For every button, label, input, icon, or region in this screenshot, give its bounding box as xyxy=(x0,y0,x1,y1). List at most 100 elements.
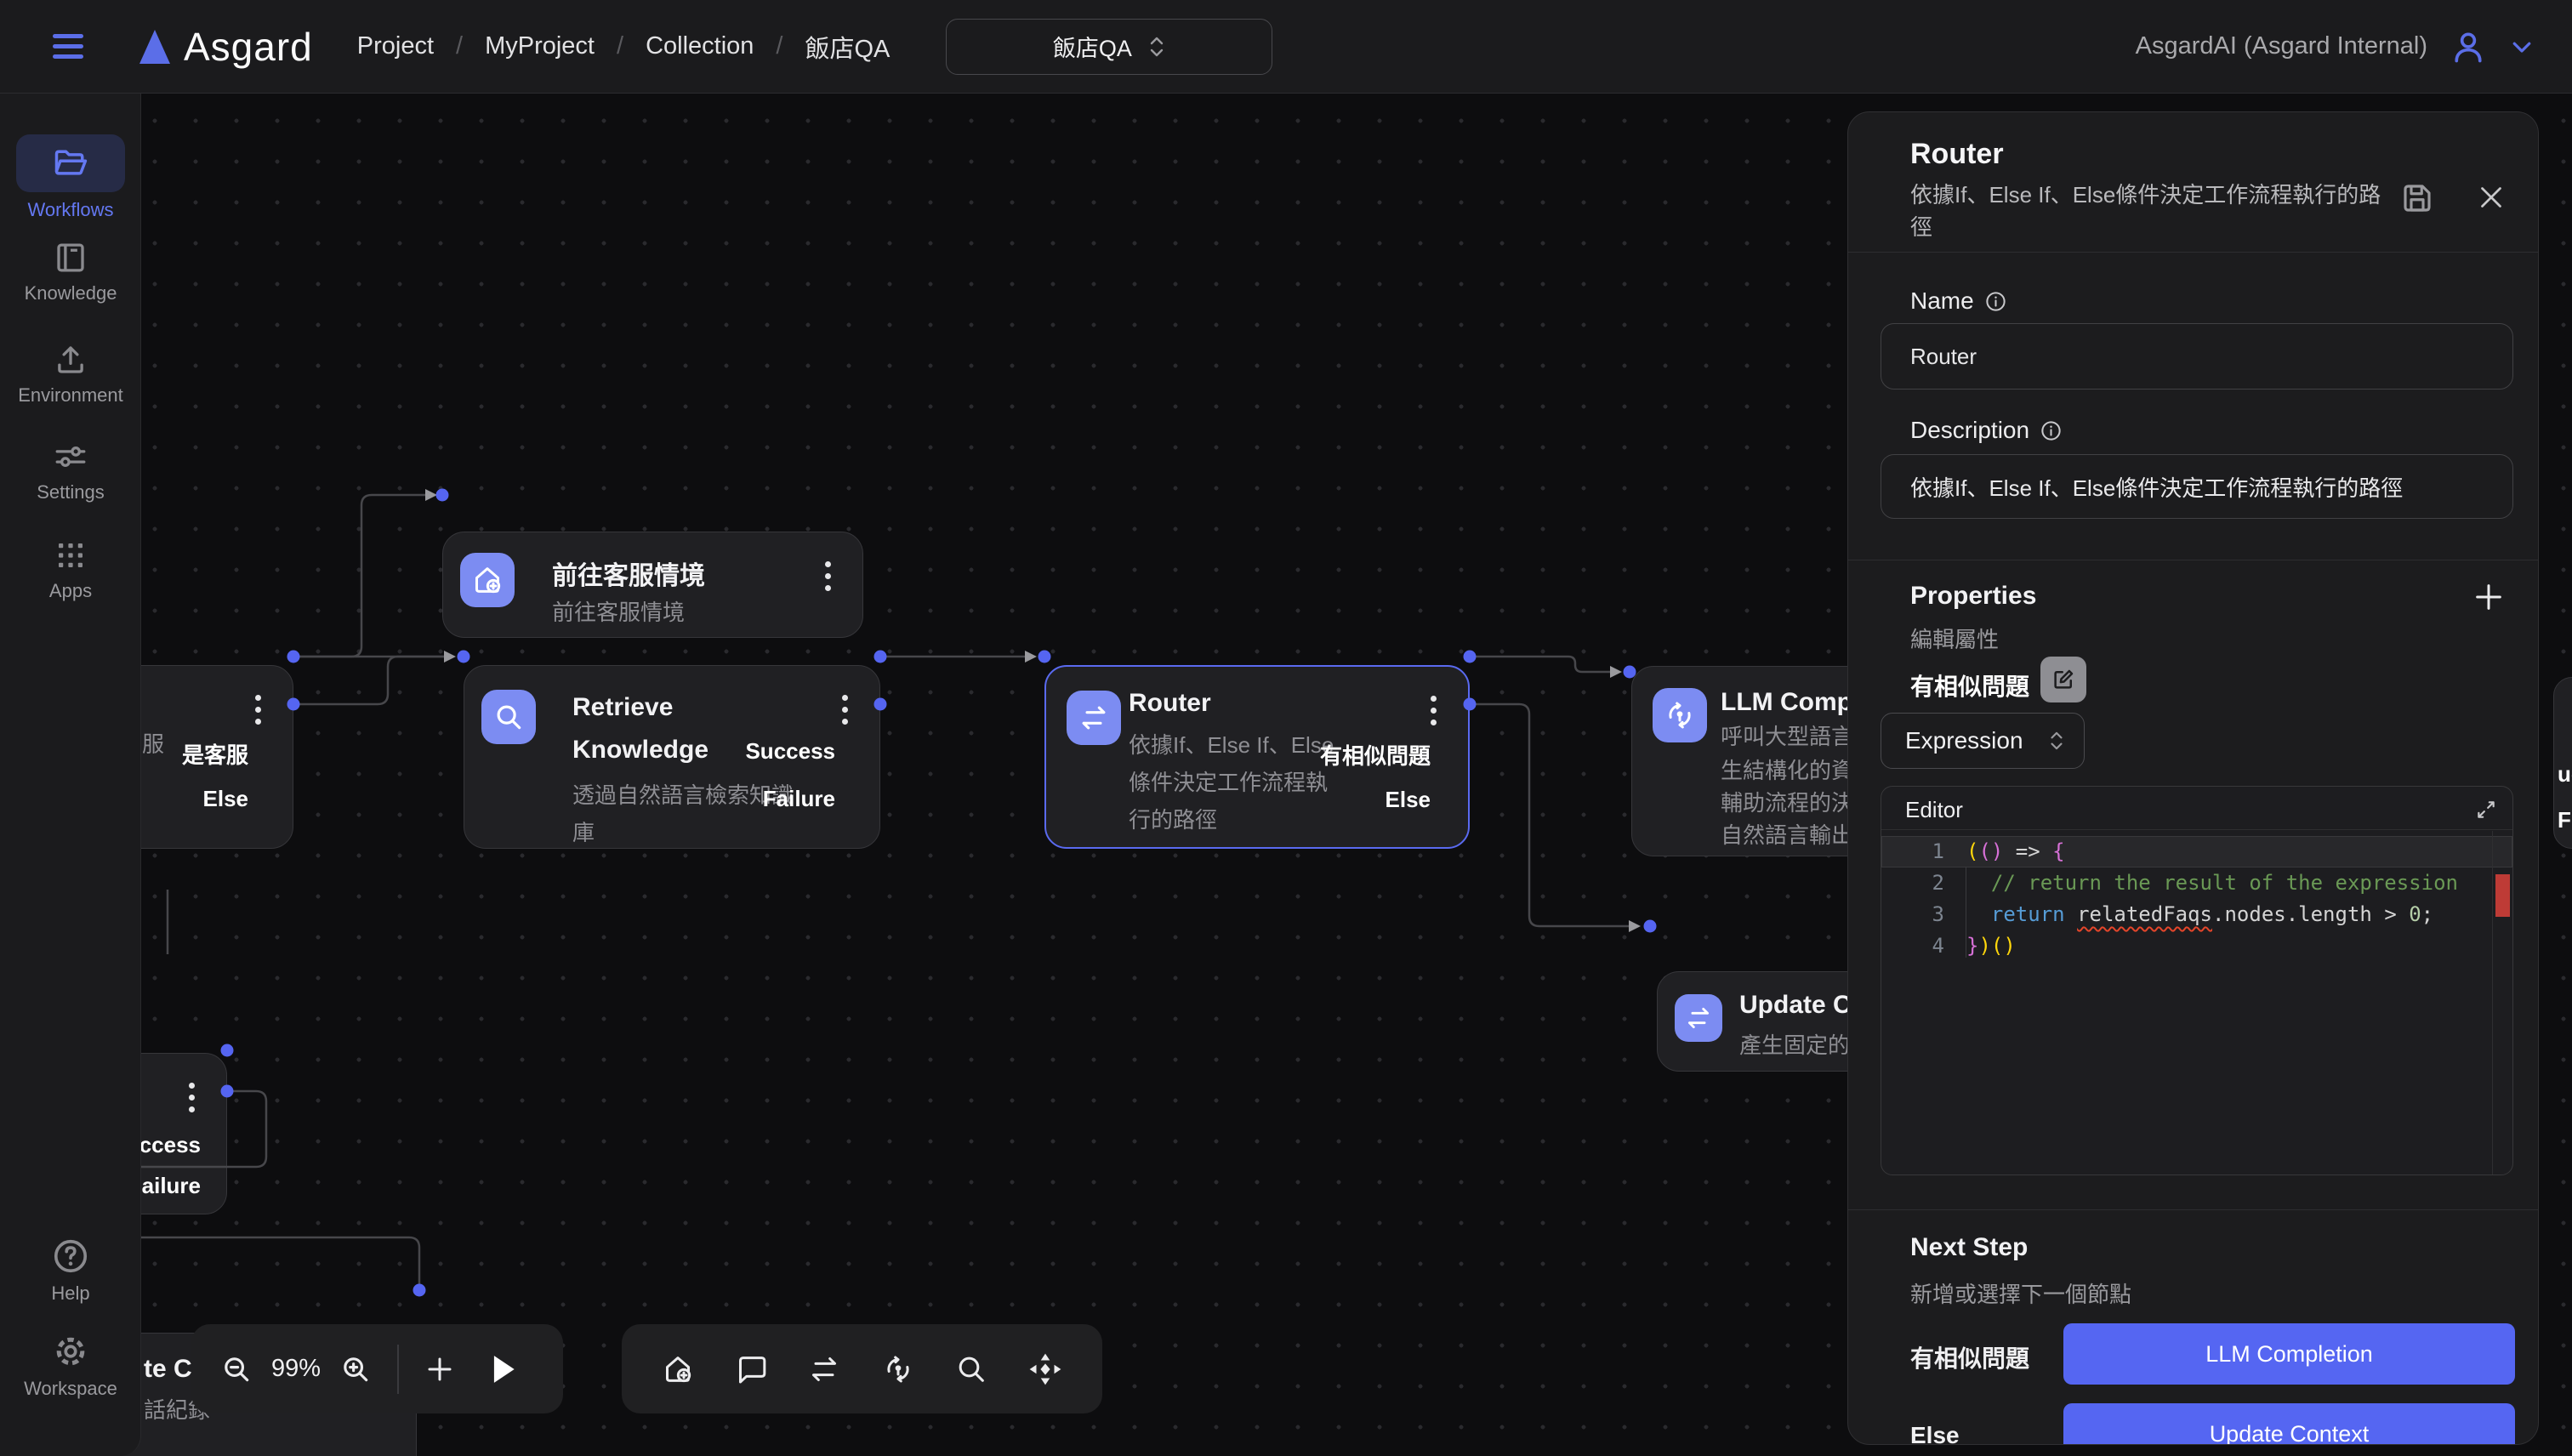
line-number: 2 xyxy=(1881,867,1966,899)
editor-title: Editor xyxy=(1905,797,1963,823)
code-line[interactable]: 3 return relatedFaqs.nodes.length > 0; xyxy=(1881,899,2512,930)
book-icon xyxy=(53,240,88,276)
name-input[interactable] xyxy=(1881,323,2513,390)
output-port-label[interactable]: 有相似問題 xyxy=(1320,739,1431,771)
expand-icon[interactable] xyxy=(2475,799,2497,821)
node-subtitle: 行的路徑 xyxy=(1129,803,1217,834)
workflow-selector-value: 飯店QA xyxy=(1053,30,1132,63)
output-port-label[interactable]: Success xyxy=(745,738,835,765)
code-line[interactable]: 4})() xyxy=(1881,930,2512,962)
expression-editor[interactable]: Editor 1(() => {2 // return the result o… xyxy=(1881,786,2513,1175)
gear-icon xyxy=(51,1332,90,1371)
sidebar-item-label: Settings xyxy=(0,481,141,503)
node-router[interactable]: Router 依據If、Else If、Else 條件決定工作流程執 行的路徑 … xyxy=(1044,665,1470,849)
breadcrumb-collection[interactable]: Collection xyxy=(646,32,754,60)
node-subtitle: 透過自然語言檢索知識 xyxy=(572,778,794,810)
node-subtitle: 生結構化的資 xyxy=(1721,754,1853,785)
zoom-out-button[interactable] xyxy=(220,1353,253,1385)
property-type-value: Expression xyxy=(1905,727,2023,754)
help-circle-icon xyxy=(51,1237,90,1276)
add-property-button[interactable] xyxy=(2472,580,2506,614)
user-icon[interactable] xyxy=(2450,28,2487,65)
info-icon xyxy=(2040,419,2063,442)
node-palette-toolbar xyxy=(622,1324,1102,1413)
sidebar-item-knowledge[interactable]: Knowledge xyxy=(0,240,141,304)
sidebar-item-workspace[interactable]: Workspace xyxy=(0,1332,141,1400)
code-line[interactable]: 2 // return the result of the expression xyxy=(1881,867,2512,899)
output-port-label: F xyxy=(2558,807,2571,833)
zoom-in-button[interactable] xyxy=(339,1353,372,1385)
toolbar-divider xyxy=(397,1345,399,1394)
breadcrumb-myproject[interactable]: MyProject xyxy=(485,32,595,60)
search-icon[interactable] xyxy=(954,1352,988,1386)
code-area[interactable]: 1(() => {2 // return the result of the e… xyxy=(1881,836,2512,962)
sidebar-item-environment[interactable]: Environment xyxy=(0,342,141,407)
next-step-branch-label: 有相似問題 xyxy=(1910,1340,2029,1374)
upload-icon xyxy=(53,342,88,378)
breadcrumb-separator: / xyxy=(617,32,623,60)
hamburger-menu-icon[interactable] xyxy=(53,28,83,65)
description-input[interactable] xyxy=(1881,454,2513,519)
next-step-update-context-button[interactable]: Update Context xyxy=(2063,1403,2515,1445)
error-marker xyxy=(2495,874,2510,917)
sidebar-item-workflows[interactable]: Workflows xyxy=(0,134,141,221)
line-number: 4 xyxy=(1881,930,1966,962)
node-go-customer-service[interactable]: 前往客服情境 前往客服情境 xyxy=(442,532,863,638)
sidebar-item-label: Help xyxy=(0,1283,141,1305)
code-line[interactable]: 1(() => { xyxy=(1881,836,2512,867)
breadcrumb-separator: / xyxy=(456,32,463,60)
run-workflow-button[interactable] xyxy=(489,1353,518,1385)
node-menu-button[interactable] xyxy=(255,695,262,731)
output-port-label[interactable]: Failure xyxy=(763,786,835,812)
folder-open-icon xyxy=(52,145,89,182)
comment-icon[interactable] xyxy=(734,1352,768,1386)
panel-title: Router xyxy=(1910,138,2004,171)
node-subtitle: 呼叫大型語言 xyxy=(1721,719,1853,751)
breadcrumb-project[interactable]: Project xyxy=(357,32,434,60)
sliders-icon xyxy=(53,439,88,475)
panel-divider xyxy=(1848,1209,2539,1210)
output-port-label[interactable]: 是客服 xyxy=(182,738,248,770)
close-icon[interactable] xyxy=(2476,182,2507,213)
node-subtitle: 服 xyxy=(142,727,164,759)
sidebar-item-label: Apps xyxy=(0,580,141,602)
move-diamond-icon[interactable] xyxy=(1027,1351,1063,1387)
node-menu-button[interactable] xyxy=(842,695,849,731)
node-menu-button[interactable] xyxy=(189,1083,196,1118)
sidebar-item-settings[interactable]: Settings xyxy=(0,439,141,503)
sidebar-item-apps[interactable]: Apps xyxy=(0,537,141,602)
node-menu-button[interactable] xyxy=(1431,696,1437,731)
edit-property-button[interactable] xyxy=(2040,657,2086,702)
llm-cycle-icon[interactable] xyxy=(881,1352,915,1386)
swap-arrows-icon[interactable] xyxy=(807,1352,841,1386)
node-edge-peek[interactable]: ue F xyxy=(2553,677,2572,849)
node-retrieve-knowledge[interactable]: Retrieve Knowledge 透過自然語言檢索知識 庫 Success … xyxy=(464,665,880,849)
output-port-label[interactable]: Else xyxy=(203,786,249,812)
breadcrumb-workflow[interactable]: 飯店QA xyxy=(805,29,890,65)
sidebar-item-help[interactable]: Help xyxy=(0,1237,141,1305)
next-step-branch-label: Else xyxy=(1910,1422,1960,1445)
add-node-button[interactable] xyxy=(424,1354,455,1385)
app-window: 前往客服情境 前往客服情境 Retrieve Knowledge 透過自然語言檢… xyxy=(0,0,2572,1456)
line-number: 3 xyxy=(1881,899,1966,930)
save-icon[interactable] xyxy=(2399,180,2435,216)
node-title: Update C xyxy=(1739,991,1852,1020)
output-port-label[interactable]: Else xyxy=(1386,787,1431,813)
description-field-label: Description xyxy=(1910,417,2063,444)
editor-header: Editor xyxy=(1881,787,2512,830)
node-inspector-panel: Router 依據If、Else If、Else條件決定工作流程執行的路徑 Na… xyxy=(1847,111,2539,1445)
zoom-level-value: 99% xyxy=(271,1355,321,1383)
home-plus-icon[interactable] xyxy=(661,1352,695,1386)
node-title: Retrieve xyxy=(572,693,673,722)
property-type-select[interactable]: Expression xyxy=(1881,713,2085,769)
node-menu-button[interactable] xyxy=(825,561,832,597)
properties-section-title: Properties xyxy=(1910,582,2036,611)
pencil-square-icon xyxy=(2051,667,2076,692)
workflow-selector[interactable]: 飯店QA xyxy=(946,19,1272,75)
top-header: Asgard Project / MyProject / Collection … xyxy=(0,0,2572,94)
breadcrumb-separator: / xyxy=(776,32,782,60)
next-step-llm-completion-button[interactable]: LLM Completion xyxy=(2063,1323,2515,1385)
node-title: Knowledge xyxy=(572,736,708,765)
chevron-down-icon[interactable] xyxy=(2509,34,2535,60)
zoom-toolbar: 99% xyxy=(191,1324,563,1413)
